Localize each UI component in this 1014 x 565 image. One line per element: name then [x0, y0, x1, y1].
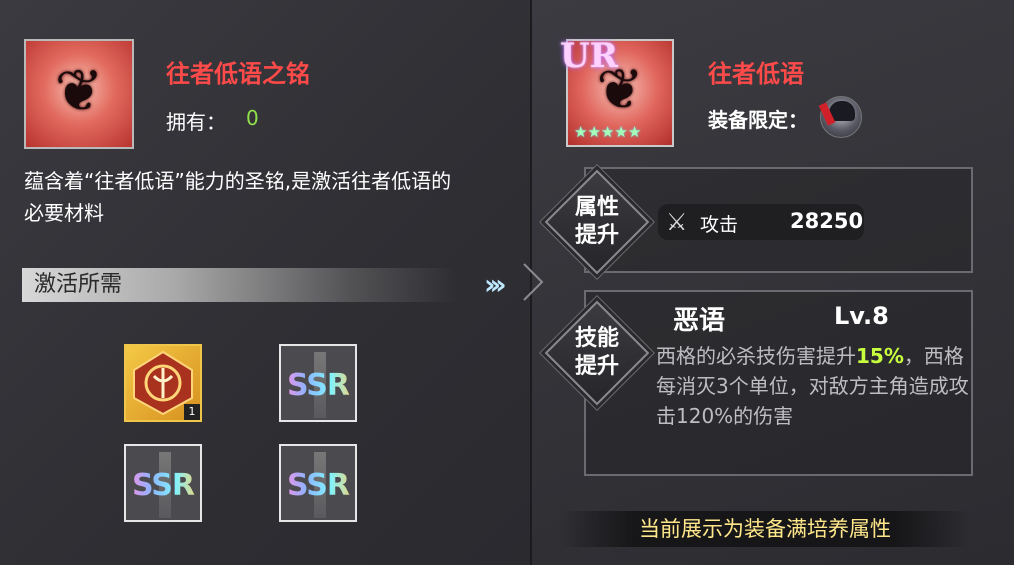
divider-notch-icon: [523, 263, 544, 301]
skill-section-text: 技能 提升: [574, 326, 619, 379]
equipment-title: 往者低语: [708, 60, 804, 88]
star-icon: ★: [614, 123, 628, 141]
requirement-header: 激活所需: [22, 268, 457, 302]
stat-value: 28250: [790, 209, 864, 233]
material-slot-ssr[interactable]: SSR: [279, 444, 357, 522]
skill-desc-highlight: 15%: [856, 344, 904, 368]
star-icon: ★: [574, 123, 588, 141]
item-title: 往者低语之铭: [166, 60, 310, 88]
item-icon: ❦: [24, 39, 134, 149]
dark-flower-icon: ❦: [54, 56, 104, 125]
attribute-section-label: 属性 提升: [560, 185, 634, 259]
equip-limit-label: 装备限定：: [708, 108, 808, 132]
material-slot-ssr[interactable]: SSR: [124, 444, 202, 522]
star-rating: ★★★★★: [574, 123, 641, 141]
star-icon: ★: [587, 123, 601, 141]
star-icon: ★: [600, 123, 615, 141]
ssr-label: SSR: [281, 368, 355, 403]
material-count-badge: 1: [184, 404, 200, 420]
skill-description: 西格的必杀技伤害提升15%，西格每消灭3个单位，对敌方主角造成攻击120%的伤害: [656, 341, 970, 431]
left-panel: ❦ 往者低语之铭 拥有： 0 蕴含着“往者低语”能力的圣铭,是激活往者低语的必要…: [0, 0, 530, 565]
stat-name: 攻击: [700, 214, 739, 236]
crossed-swords-icon: ⚔: [666, 208, 688, 236]
star-icon: ★: [627, 123, 642, 141]
ssr-label: SSR: [126, 468, 200, 503]
material-slot-ssr[interactable]: SSR: [279, 344, 357, 422]
footer-note: 当前展示为装备满培养属性: [560, 511, 970, 547]
owned-label: 拥有：: [166, 110, 226, 134]
skill-level: Lv.8: [834, 302, 889, 330]
attack-stat: ⚔ 攻击 28250: [658, 204, 864, 240]
chevrons-right-icon: ›››: [484, 268, 506, 301]
rarity-badge: UR: [560, 36, 618, 76]
owned-count: 0: [246, 106, 259, 130]
skill-section-badge: 技能 提升: [544, 300, 650, 406]
skill-section-label: 技能 提升: [560, 316, 634, 390]
character-avatar[interactable]: [818, 96, 862, 138]
ssr-label: SSR: [281, 468, 355, 503]
skill-desc-prefix: 西格的必杀技伤害提升: [656, 344, 856, 368]
attribute-section-badge: 属性 提升: [544, 169, 650, 275]
skill-name: 恶语: [673, 306, 726, 336]
attribute-section-text: 属性 提升: [574, 195, 619, 248]
item-description: 蕴含着“往者低语”能力的圣铭,是激活往者低语的必要材料: [24, 169, 452, 225]
material-slot-emblem[interactable]: 1: [124, 344, 202, 422]
